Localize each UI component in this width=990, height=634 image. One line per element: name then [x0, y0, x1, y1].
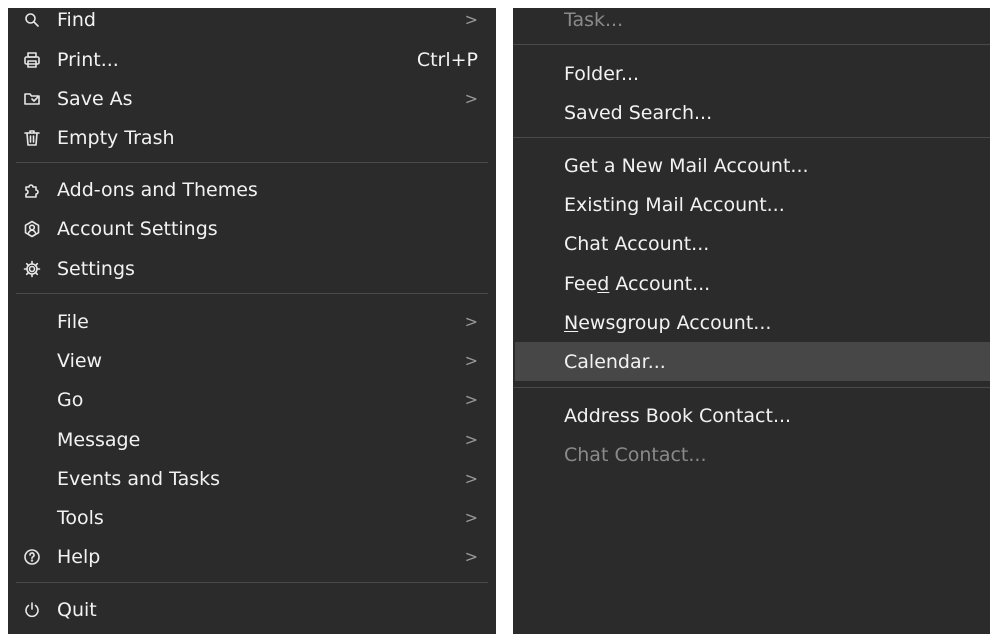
menu-item-label: Calendar...: [564, 350, 666, 373]
menu-item-label: Newsgroup Account...: [564, 312, 771, 334]
menu-item-saved-search[interactable]: Saved Search...: [513, 93, 990, 132]
menu-separator: [513, 387, 990, 388]
menu-item-label: Chat Account...: [564, 232, 710, 255]
menu-item-label: Find: [57, 8, 96, 31]
label-part: ewsgroup Account...: [578, 311, 772, 334]
menu-item-label: Chat Contact...: [564, 443, 707, 466]
menu-item-tools[interactable]: Tools >: [8, 498, 496, 537]
menu-item-new-mail-account[interactable]: Get a New Mail Account...: [513, 146, 990, 185]
menu-item-label: Saved Search...: [564, 101, 713, 124]
menu-item-folder[interactable]: Folder...: [513, 54, 990, 93]
menu-item-address-book-contact[interactable]: Address Book Contact...: [513, 396, 990, 435]
menu-item-quit[interactable]: Quit: [8, 590, 496, 629]
menu-item-label: Task...: [564, 8, 624, 31]
chevron-right-icon: >: [464, 508, 478, 527]
chevron-right-icon: >: [464, 89, 478, 108]
menu-item-label: Quit: [57, 598, 97, 621]
menu-item-print[interactable]: Print... Ctrl+P: [8, 40, 496, 79]
menu-item-existing-mail-account[interactable]: Existing Mail Account...: [513, 185, 990, 224]
power-icon: [22, 600, 42, 620]
menu-item-save-as[interactable]: Save As >: [8, 79, 496, 118]
puzzle-icon: [22, 180, 42, 200]
chevron-right-icon: >: [464, 10, 478, 29]
new-submenu-panel: Task... Folder... Saved Search... Get a …: [513, 8, 990, 634]
menu-item-account-settings[interactable]: Account Settings: [8, 209, 496, 248]
app-menu-panel: Find > Print... Ctrl+P Save As > Empty T…: [8, 8, 496, 634]
chevron-right-icon: >: [464, 390, 478, 409]
save-as-icon: [22, 89, 42, 109]
menu-item-label: Help: [57, 545, 101, 568]
menu-item-view[interactable]: View >: [8, 341, 496, 380]
account-icon: [22, 219, 42, 239]
menu-item-message[interactable]: Message >: [8, 420, 496, 459]
menu-item-label: Print...: [57, 48, 119, 71]
menu-item-label: Go: [57, 388, 84, 411]
menu-item-label: Add-ons and Themes: [57, 178, 258, 201]
menu-item-go[interactable]: Go >: [8, 380, 496, 419]
menu-item-label: File: [57, 310, 89, 333]
menu-item-task: Task...: [513, 8, 990, 39]
shortcut-label: Ctrl+P: [416, 48, 478, 71]
menu-separator: [513, 44, 990, 45]
menu-separator: [513, 137, 990, 138]
label-part: Account...: [609, 272, 711, 295]
menu-item-chat-account[interactable]: Chat Account...: [513, 224, 990, 263]
search-icon: [22, 10, 42, 30]
menu-item-file[interactable]: File >: [8, 302, 496, 341]
menu-item-help[interactable]: Help >: [8, 537, 496, 576]
menu-item-label: Account Settings: [57, 217, 218, 240]
menu-item-label: Address Book Contact...: [564, 404, 792, 427]
accesskey-letter: d: [597, 272, 610, 295]
menu-item-label: Get a New Mail Account...: [564, 154, 809, 177]
chevron-right-icon: >: [464, 469, 478, 488]
menu-item-find[interactable]: Find >: [8, 8, 496, 39]
gear-icon: [22, 259, 42, 279]
chevron-right-icon: >: [464, 547, 478, 566]
menu-item-label: Message: [57, 428, 141, 451]
menu-item-label: Tools: [57, 506, 104, 529]
printer-icon: [22, 50, 42, 70]
accesskey-letter: N: [564, 311, 579, 334]
menu-item-label: View: [57, 349, 103, 372]
menu-separator: [16, 162, 488, 163]
trash-icon: [22, 128, 42, 148]
menu-separator: [16, 582, 488, 583]
menu-item-label: Events and Tasks: [57, 467, 221, 490]
chevron-right-icon: >: [464, 351, 478, 370]
menu-item-feed-account[interactable]: Feed Account...: [513, 264, 990, 303]
menu-item-calendar[interactable]: Calendar...: [515, 342, 990, 381]
label-part: Fee: [564, 272, 598, 295]
menu-item-label: Save As: [57, 87, 133, 110]
menu-item-label: Feed Account...: [564, 273, 710, 295]
chevron-right-icon: >: [464, 312, 478, 331]
menu-separator: [16, 293, 488, 294]
menu-item-label: Empty Trash: [57, 126, 175, 149]
menu-item-chat-contact: Chat Contact...: [513, 435, 990, 474]
menu-item-settings[interactable]: Settings: [8, 249, 496, 288]
menu-item-label: Folder...: [564, 62, 640, 85]
menu-item-label: Existing Mail Account...: [564, 193, 785, 216]
menu-item-addons-themes[interactable]: Add-ons and Themes: [8, 170, 496, 209]
help-icon: [22, 547, 42, 567]
menu-item-empty-trash[interactable]: Empty Trash: [8, 118, 496, 157]
chevron-right-icon: >: [464, 430, 478, 449]
menu-item-label: Settings: [57, 257, 135, 280]
menu-item-newsgroup-account[interactable]: Newsgroup Account...: [513, 303, 990, 342]
menu-item-events-tasks[interactable]: Events and Tasks >: [8, 459, 496, 498]
